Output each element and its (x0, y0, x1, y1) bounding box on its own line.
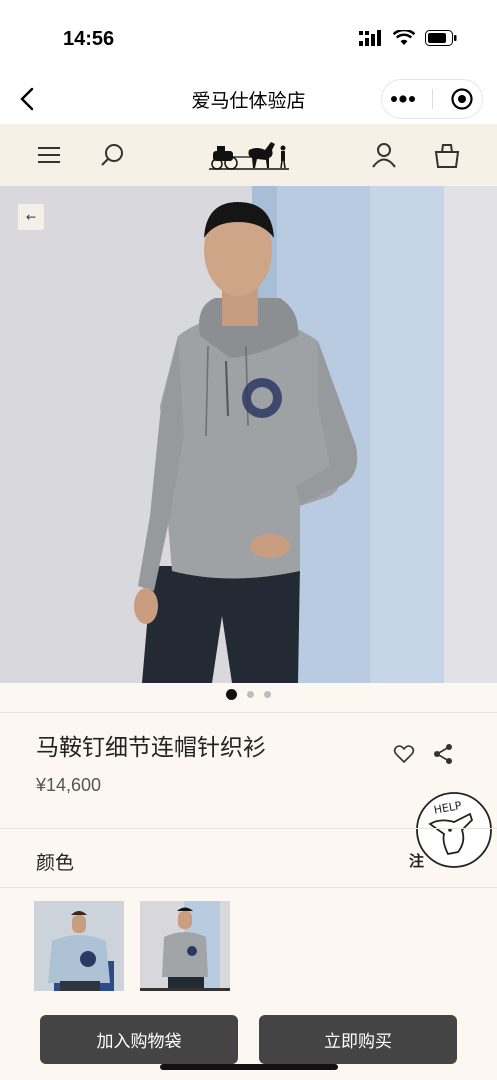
site-header (0, 124, 497, 186)
product-photo (0, 186, 497, 683)
product-title: 马鞍钉细节连帽针织衫 (36, 735, 266, 761)
account-icon[interactable] (369, 140, 399, 170)
battery-icon (425, 30, 457, 46)
status-time: 14:56 (63, 28, 115, 50)
product-image-carousel[interactable]: ← (0, 186, 497, 683)
close-circle-icon[interactable] (450, 87, 474, 111)
mini-program-capsule (381, 79, 483, 119)
divider (0, 712, 497, 713)
signal-icon (359, 30, 381, 46)
share-icon[interactable] (432, 743, 454, 765)
divider (0, 828, 497, 829)
status-bar: 14:56 (0, 0, 497, 74)
add-to-bag-button[interactable]: 加入购物袋 (40, 1015, 238, 1064)
selected-swatch-indicator (140, 988, 230, 991)
shopping-bag-icon[interactable] (432, 140, 462, 170)
wifi-icon (393, 30, 415, 45)
color-note-text: 注 (409, 852, 425, 870)
product-price: ¥14,600 (36, 775, 102, 795)
divider (0, 887, 497, 888)
color-swatch-grey[interactable] (140, 901, 230, 991)
more-dots-icon[interactable] (390, 95, 416, 103)
color-section-label: 颜色 (36, 852, 75, 874)
home-indicator (160, 1064, 338, 1070)
heart-icon[interactable] (393, 743, 415, 765)
carousel-dot-active[interactable] (226, 689, 237, 700)
image-back-arrow-icon[interactable]: ← (18, 204, 44, 230)
carousel-dot[interactable] (264, 691, 271, 698)
mini-program-navbar: 爱马仕体验店 (0, 74, 497, 124)
status-icons (359, 30, 457, 46)
brand-logo-icon[interactable] (207, 136, 291, 176)
menu-icon[interactable] (34, 140, 64, 170)
buy-now-button[interactable]: 立即购买 (259, 1015, 457, 1064)
search-icon[interactable] (98, 140, 128, 170)
carousel-dot[interactable] (247, 691, 254, 698)
help-chat-button[interactable]: HELP (414, 790, 494, 870)
carousel-indicator (0, 689, 497, 700)
color-swatch-light-blue[interactable] (34, 901, 124, 991)
